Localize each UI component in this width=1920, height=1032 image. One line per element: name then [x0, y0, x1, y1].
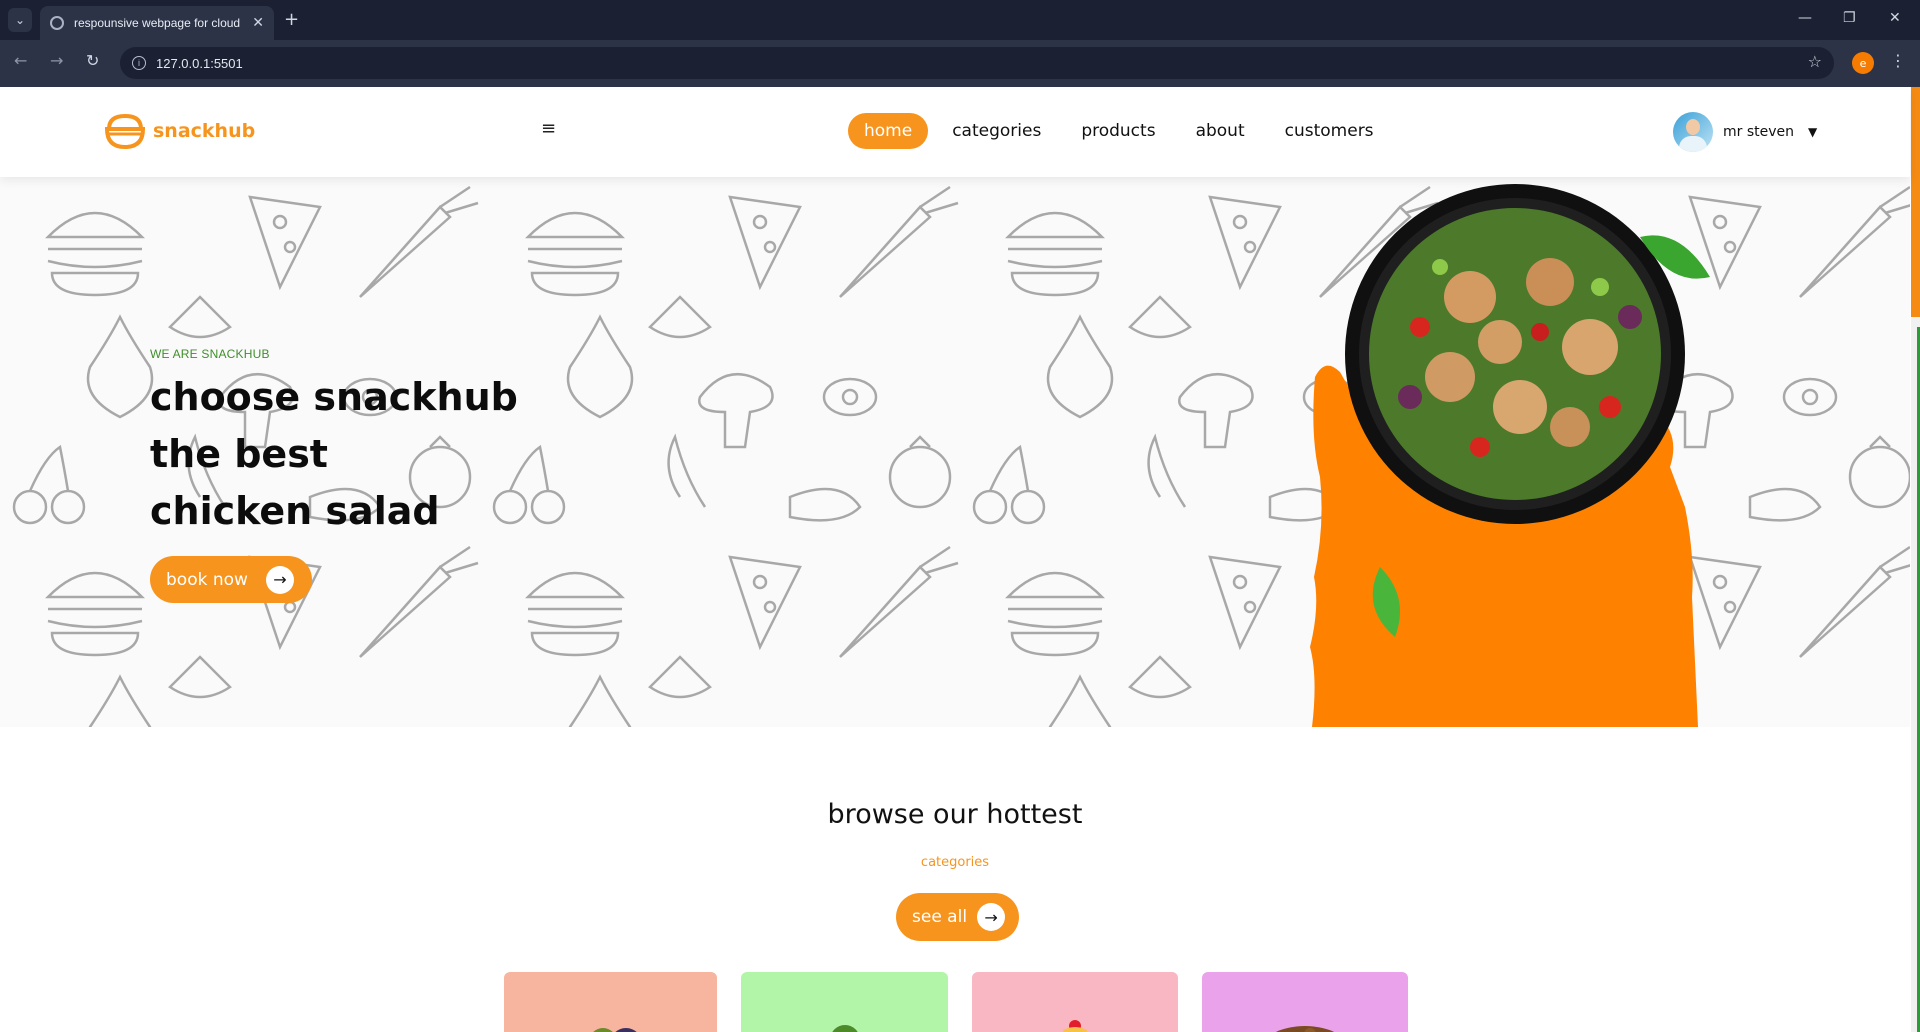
tab-title: respounsive webpage for cloud	[74, 16, 241, 30]
nav-categories[interactable]: categories	[936, 113, 1057, 149]
book-now-label: book now	[166, 569, 248, 590]
berries-image	[592, 1028, 637, 1032]
caret-down-icon[interactable]: ▼	[1808, 125, 1817, 139]
address-bar[interactable]: i 127.0.0.1:5501 ☆	[120, 47, 1834, 79]
see-all-label: see all	[912, 907, 968, 927]
nav-home[interactable]: home	[848, 113, 929, 149]
user-name: mr steven	[1723, 124, 1795, 140]
logo[interactable]: snackhub	[103, 111, 255, 151]
web-page: snackhub ≡ home categories products abou…	[0, 87, 1920, 1032]
salad-bowl-illustration	[1310, 184, 1710, 727]
arrow-right-icon: →	[977, 903, 1006, 931]
categories-section-subtitle: categories	[920, 855, 990, 870]
url-text: 127.0.0.1:5501	[156, 55, 243, 71]
new-tab-icon[interactable]: +	[284, 9, 299, 30]
hero-eyebrow: WE ARE SNACKHUB	[150, 347, 270, 361]
hero-section: WE ARE SNACKHUB choose snackhub the best…	[0, 177, 1910, 727]
headline-line: the best	[150, 432, 328, 476]
nav-customers[interactable]: customers	[1269, 113, 1390, 149]
see-all-button[interactable]: see all →	[896, 893, 1020, 941]
tab-search-icon[interactable]: ⌄	[8, 8, 32, 32]
back-icon[interactable]: ←	[14, 51, 27, 70]
hamburger-menu-icon[interactable]: ≡	[541, 118, 556, 139]
close-tab-icon[interactable]: ✕	[252, 15, 264, 31]
arrow-right-icon: →	[265, 565, 294, 594]
nav-products[interactable]: products	[1065, 113, 1171, 149]
categories-section-title: browse our hottest	[827, 799, 1083, 830]
category-card[interactable]	[1202, 972, 1408, 1032]
minimize-icon[interactable]: —	[1798, 10, 1812, 26]
globe-icon	[50, 16, 64, 30]
browser-toolbar: ← → ↻ i 127.0.0.1:5501 ☆ e ⋮	[0, 40, 1920, 87]
browser-tab[interactable]: respounsive webpage for cloud ✕	[40, 6, 274, 40]
logo-text: snackhub	[153, 120, 256, 142]
user-menu[interactable]: mr steven ▼	[1673, 112, 1817, 152]
nuts-image	[1275, 1026, 1335, 1032]
headline-line: choose snackhub	[150, 375, 518, 419]
forward-icon[interactable]: →	[50, 51, 63, 70]
site-header: snackhub ≡ home categories products abou…	[0, 87, 1910, 177]
category-card[interactable]	[504, 972, 717, 1032]
category-card[interactable]	[741, 972, 948, 1032]
headline-line: chicken salad	[150, 489, 440, 533]
salad-image	[831, 1025, 858, 1032]
bookmark-star-icon[interactable]: ☆	[1808, 52, 1822, 71]
hero-text: WE ARE SNACKHUB choose snackhub the best…	[150, 347, 518, 603]
category-card[interactable]	[972, 972, 1178, 1032]
close-window-icon[interactable]: ✕	[1889, 10, 1901, 26]
reload-icon[interactable]: ↻	[86, 51, 99, 70]
profile-avatar[interactable]: e	[1852, 52, 1874, 74]
bowl-logo-icon	[104, 113, 146, 150]
restore-icon[interactable]: ❐	[1843, 10, 1856, 26]
cocktail-image	[1063, 1020, 1087, 1032]
browser-tabstrip: ⌄ respounsive webpage for cloud ✕ + — ❐ …	[0, 0, 1920, 40]
nav-about[interactable]: about	[1180, 113, 1261, 149]
book-now-button[interactable]: book now →	[150, 556, 312, 603]
site-info-icon[interactable]: i	[132, 56, 146, 70]
browser-menu-icon[interactable]: ⋮	[1890, 51, 1906, 70]
avatar	[1673, 112, 1713, 152]
main-nav: home categories products about customers	[848, 113, 1398, 149]
page-scrollbar[interactable]	[1911, 87, 1920, 1032]
hero-headline: choose snackhub the best chicken salad	[150, 369, 518, 540]
scrollbar-thumb[interactable]	[1911, 87, 1920, 317]
